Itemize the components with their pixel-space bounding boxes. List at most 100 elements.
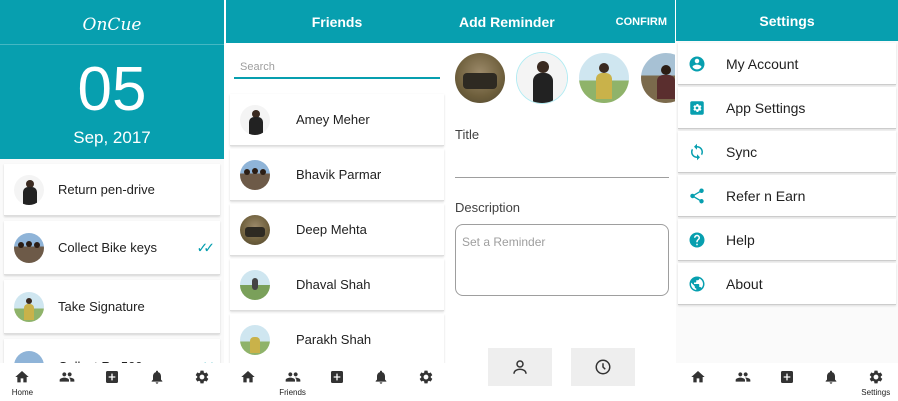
avatar xyxy=(14,291,44,322)
nav-friends[interactable] xyxy=(52,369,82,385)
add-reminder-topbar: Add Reminder CONFIRM xyxy=(448,0,675,43)
nav-home[interactable] xyxy=(683,369,713,385)
avatar xyxy=(14,232,44,263)
share-icon xyxy=(690,187,704,203)
nav-settings[interactable] xyxy=(187,369,217,385)
settings-item-about[interactable]: About xyxy=(678,263,896,305)
description-label: Description xyxy=(455,200,521,215)
gear-icon xyxy=(869,370,882,384)
bottom-navigation: Settings xyxy=(676,363,898,401)
avatar xyxy=(240,159,270,190)
nav-notifications[interactable] xyxy=(366,369,396,385)
bell-icon xyxy=(826,370,837,384)
avatar xyxy=(240,269,270,300)
bottom-navigation: Friends xyxy=(226,363,448,401)
gear-icon xyxy=(195,370,208,384)
add-box-icon xyxy=(105,371,118,383)
friend-list-item[interactable]: Parakh Shah xyxy=(230,314,444,366)
date-header: OnCue 05 Sep, 2017 xyxy=(0,0,224,159)
friends-screen: Friends Search Amey Meher Bhavik Parmar … xyxy=(226,0,448,401)
nav-home-label: Home xyxy=(11,388,34,397)
page-title: Add Reminder xyxy=(459,13,555,30)
globe-icon xyxy=(689,276,705,291)
friend-list-item[interactable]: Bhavik Parmar xyxy=(230,149,444,201)
double-check-icon: ✓✓ xyxy=(196,239,216,255)
avatar xyxy=(14,174,44,205)
nav-settings[interactable]: Settings xyxy=(861,369,891,397)
settings-item-app-settings[interactable]: App Settings xyxy=(678,87,896,129)
app-settings-icon xyxy=(690,100,704,115)
search-input[interactable]: Search xyxy=(234,57,440,79)
app-title: OnCue xyxy=(82,15,142,35)
gear-icon xyxy=(419,370,432,384)
clock-icon xyxy=(595,359,611,375)
bottom-navigation: Home xyxy=(0,363,224,401)
friend-list-item[interactable]: Dhaval Shah xyxy=(230,259,444,311)
bell-icon xyxy=(376,370,387,384)
help-icon xyxy=(689,232,705,247)
nav-friends[interactable]: Friends xyxy=(278,369,308,397)
page-title: Friends xyxy=(311,13,363,30)
select-person-button[interactable] xyxy=(488,348,552,386)
current-month-year: Sep, 2017 xyxy=(73,128,151,147)
nav-home[interactable]: Home xyxy=(7,369,37,397)
nav-notifications[interactable] xyxy=(142,369,172,385)
nav-friends-label: Friends xyxy=(279,388,306,397)
set-time-button[interactable] xyxy=(571,348,635,386)
settings-item-label: Sync xyxy=(726,143,758,160)
nav-notifications[interactable] xyxy=(816,369,846,385)
bell-icon xyxy=(151,370,163,384)
settings-item-my-account[interactable]: My Account xyxy=(678,43,896,85)
add-box-icon xyxy=(330,371,343,383)
settings-item-sync[interactable]: Sync xyxy=(678,131,896,173)
avatar xyxy=(240,324,270,355)
nav-settings-label: Settings xyxy=(861,388,891,397)
nav-settings[interactable] xyxy=(411,369,441,385)
people-icon xyxy=(735,372,750,382)
friend-list-item[interactable]: Amey Meher xyxy=(230,94,444,146)
confirm-button[interactable]: CONFIRM xyxy=(616,16,667,28)
friend-avatar-option[interactable] xyxy=(455,53,505,103)
title-label: Title xyxy=(455,127,480,142)
reminder-card[interactable]: Take Signature xyxy=(4,280,220,334)
avatar xyxy=(240,214,270,245)
settings-item-label: Help xyxy=(726,231,755,248)
reminder-label: Collect Bike keys xyxy=(58,240,157,255)
settings-item-help[interactable]: Help xyxy=(678,219,896,261)
settings-item-label: App Settings xyxy=(726,99,806,116)
home-icon xyxy=(691,371,705,383)
reminder-label: Return pen-drive xyxy=(58,182,155,197)
nav-add[interactable] xyxy=(322,369,352,385)
header-divider xyxy=(0,44,224,45)
current-day: 05 xyxy=(77,55,147,124)
home-icon xyxy=(241,371,255,383)
description-input[interactable]: Set a Reminder xyxy=(455,224,669,296)
friends-topbar: Friends xyxy=(226,0,448,43)
home-screen: OnCue 05 Sep, 2017 Return pen-drive Coll… xyxy=(0,0,224,401)
friend-name: Deep Mehta xyxy=(296,222,367,237)
reminder-card[interactable]: Collect Bike keys ✓✓ xyxy=(4,221,220,275)
page-title: Settings xyxy=(759,12,815,29)
add-reminder-screen: Add Reminder CONFIRM Title Description S… xyxy=(448,0,675,401)
friend-avatar-option[interactable] xyxy=(641,53,675,103)
settings-item-label: My Account xyxy=(726,55,799,72)
nav-home[interactable] xyxy=(233,369,263,385)
reminder-card[interactable]: Return pen-drive xyxy=(4,164,220,216)
friend-name: Parakh Shah xyxy=(296,332,372,347)
friend-avatar-option[interactable] xyxy=(579,53,629,103)
nav-add[interactable] xyxy=(97,369,127,385)
avatar xyxy=(240,104,270,135)
add-box-icon xyxy=(780,371,793,383)
friend-avatar-option[interactable] xyxy=(517,53,567,103)
title-input[interactable] xyxy=(455,177,669,178)
nav-friends[interactable] xyxy=(728,369,758,385)
settings-topbar: Settings xyxy=(676,0,898,41)
reminder-label: Take Signature xyxy=(58,299,145,314)
account-circle-icon xyxy=(689,56,705,71)
nav-add[interactable] xyxy=(772,369,802,385)
person-icon xyxy=(513,360,527,374)
friend-list-item[interactable]: Deep Mehta xyxy=(230,204,444,256)
settings-item-refer[interactable]: Refer n Earn xyxy=(678,175,896,217)
friend-name: Bhavik Parmar xyxy=(296,167,382,182)
home-icon xyxy=(15,371,30,383)
